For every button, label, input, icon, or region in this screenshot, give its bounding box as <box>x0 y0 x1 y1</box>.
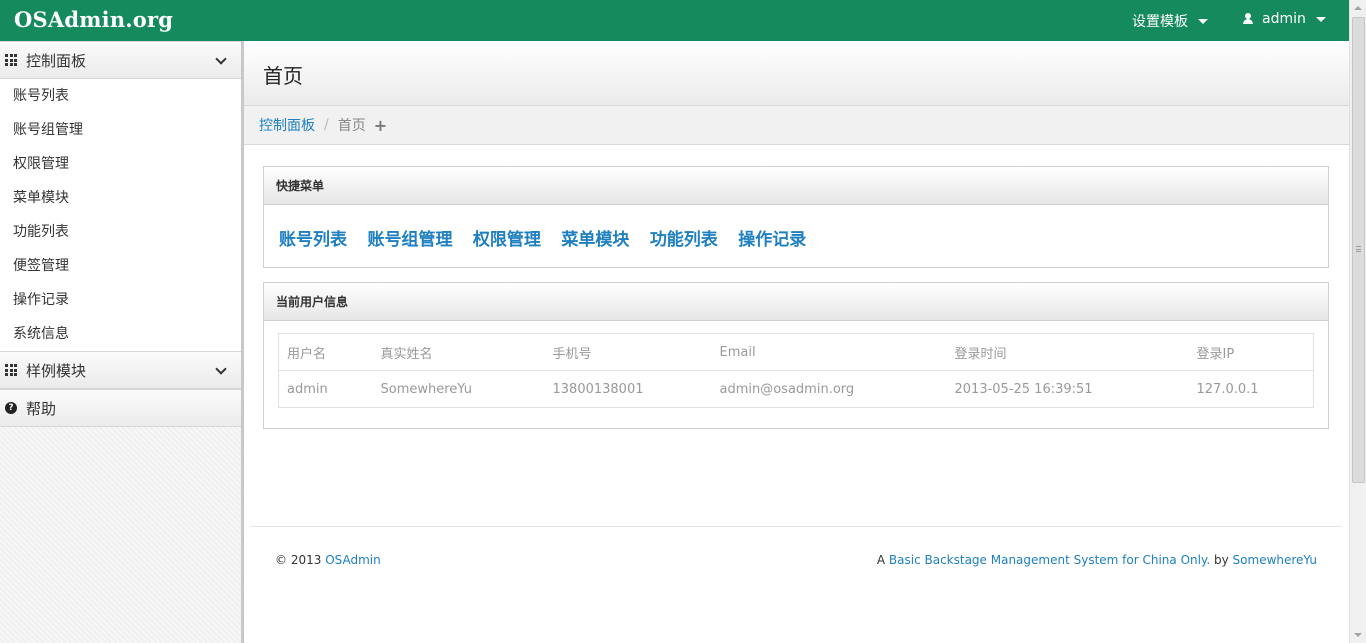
quick-link-account-group[interactable]: 账号组管理 <box>367 230 452 250</box>
sidebar-item-system-info[interactable]: 系统信息 <box>0 317 241 351</box>
footer-brand-link[interactable]: OSAdmin <box>325 553 381 567</box>
quick-link-function-list[interactable]: 功能列表 <box>650 230 718 250</box>
sidebar-item-account-list[interactable]: 账号列表 <box>0 79 241 113</box>
footer-copyright: © 2013 OSAdmin <box>275 553 381 567</box>
grip-icon <box>1356 246 1361 252</box>
template-settings-menu[interactable]: 设置模板 <box>1132 11 1208 31</box>
sidebar-section-label: 帮助 <box>26 399 57 418</box>
sidebar-menu-list: 账号列表 账号组管理 权限管理 菜单模块 功能列表 便签管理 操作记录 系统信息 <box>0 79 241 351</box>
table-cell: admin <box>278 370 373 408</box>
user-info-panel: 当前用户信息 用户名 真实姓名 手机号 Email 登录时间 登录IP admi… <box>263 282 1329 429</box>
quick-link-permissions[interactable]: 权限管理 <box>473 230 541 250</box>
footer-author-link[interactable]: SomewhereYu <box>1233 553 1317 567</box>
caret-down-icon <box>1198 18 1208 24</box>
footer-prefix: A <box>876 553 886 567</box>
user-info-table: 用户名 真实姓名 手机号 Email 登录时间 登录IP admin Somew… <box>278 333 1314 408</box>
footer-tagline-link[interactable]: Basic Backstage Management System for Ch… <box>889 553 1210 567</box>
breadcrumb-link-dashboard[interactable]: 控制面板 <box>259 115 315 135</box>
sidebar-section-label: 样例模块 <box>26 361 87 380</box>
plus-icon[interactable]: + <box>374 116 387 135</box>
breadcrumb: 控制面板 / 首页 + <box>244 106 1349 145</box>
copyright-text: © 2013 <box>275 553 322 567</box>
table-cell: 13800138001 <box>544 370 712 408</box>
caret-down-icon <box>1315 16 1326 22</box>
quick-menu-title: 快捷菜单 <box>264 167 1328 205</box>
scrollbar-thumb[interactable] <box>1352 17 1365 483</box>
quick-link-account-list[interactable]: 账号列表 <box>279 230 347 250</box>
quick-menu-panel: 快捷菜单 账号列表 账号组管理 权限管理 菜单模块 功能列表 操作记录 <box>263 166 1329 268</box>
brand-logo[interactable]: OSAdmin.org <box>14 7 173 32</box>
main-content: 首页 控制面板 / 首页 + 快捷菜单 账号列表 账号组管理 权限管理 菜单模块… <box>244 41 1349 643</box>
question-circle-icon: ? <box>5 402 17 414</box>
table-cell: admin@osadmin.org <box>711 370 947 408</box>
grid-icon <box>5 54 17 66</box>
table-cell: SomewhereYu <box>372 370 545 408</box>
breadcrumb-separator: / <box>324 117 329 133</box>
table-cell: 2013-05-25 16:39:51 <box>946 370 1189 408</box>
sidebar-section-dashboard[interactable]: 控制面板 <box>0 41 241 79</box>
column-header: 用户名 <box>287 346 327 362</box>
sidebar-section-label: 控制面板 <box>26 51 87 70</box>
page-title: 首页 <box>263 64 303 88</box>
vertical-scrollbar[interactable] <box>1349 0 1366 643</box>
table-cell: 127.0.0.1 <box>1188 370 1314 408</box>
user-info-title: 当前用户信息 <box>264 283 1328 321</box>
sidebar: 控制面板 账号列表 账号组管理 权限管理 菜单模块 功能列表 便签管理 操作记录… <box>0 41 244 643</box>
scroll-down-arrow-icon[interactable] <box>1354 633 1362 637</box>
sidebar-section-help[interactable]: ? 帮助 <box>0 389 241 427</box>
breadcrumb-current: 首页 <box>337 118 366 134</box>
user-menu[interactable]: admin <box>1242 11 1326 27</box>
sidebar-section-samples[interactable]: 样例模块 <box>0 351 241 389</box>
user-icon <box>1242 13 1254 25</box>
table-row: admin SomewhereYu 13800138001 admin@osad… <box>278 370 1314 408</box>
page-header: 首页 <box>244 41 1349 106</box>
quick-link-menu-module[interactable]: 菜单模块 <box>561 230 629 250</box>
sidebar-item-function-list[interactable]: 功能列表 <box>0 215 241 249</box>
sidebar-item-menu-module[interactable]: 菜单模块 <box>0 181 241 215</box>
grid-icon <box>5 364 17 376</box>
column-header: 登录IP <box>1196 346 1235 362</box>
table-header-row: 用户名 真实姓名 手机号 Email 登录时间 登录IP <box>279 334 1314 371</box>
chevron-down-icon <box>215 363 227 375</box>
column-header: Email <box>719 344 756 360</box>
sidebar-item-permissions[interactable]: 权限管理 <box>0 147 241 181</box>
footer-credits: A Basic Backstage Management System for … <box>877 553 1317 567</box>
sidebar-item-notes[interactable]: 便签管理 <box>0 249 241 283</box>
sidebar-item-account-group[interactable]: 账号组管理 <box>0 113 241 147</box>
scroll-up-arrow-icon[interactable] <box>1354 6 1362 10</box>
template-settings-label: 设置模板 <box>1132 14 1188 30</box>
user-menu-label: admin <box>1262 11 1306 27</box>
quick-link-operation-log[interactable]: 操作记录 <box>738 230 806 250</box>
footer-by: by <box>1214 553 1229 567</box>
footer-divider <box>250 526 1342 527</box>
top-navbar: OSAdmin.org 设置模板 admin <box>0 0 1349 41</box>
chevron-down-icon <box>215 53 227 65</box>
column-header: 登录时间 <box>954 346 1007 362</box>
column-header: 真实姓名 <box>380 346 433 362</box>
quick-menu-links: 账号列表 账号组管理 权限管理 菜单模块 功能列表 操作记录 <box>264 205 1328 267</box>
column-header: 手机号 <box>552 346 592 362</box>
sidebar-item-operation-log[interactable]: 操作记录 <box>0 283 241 317</box>
